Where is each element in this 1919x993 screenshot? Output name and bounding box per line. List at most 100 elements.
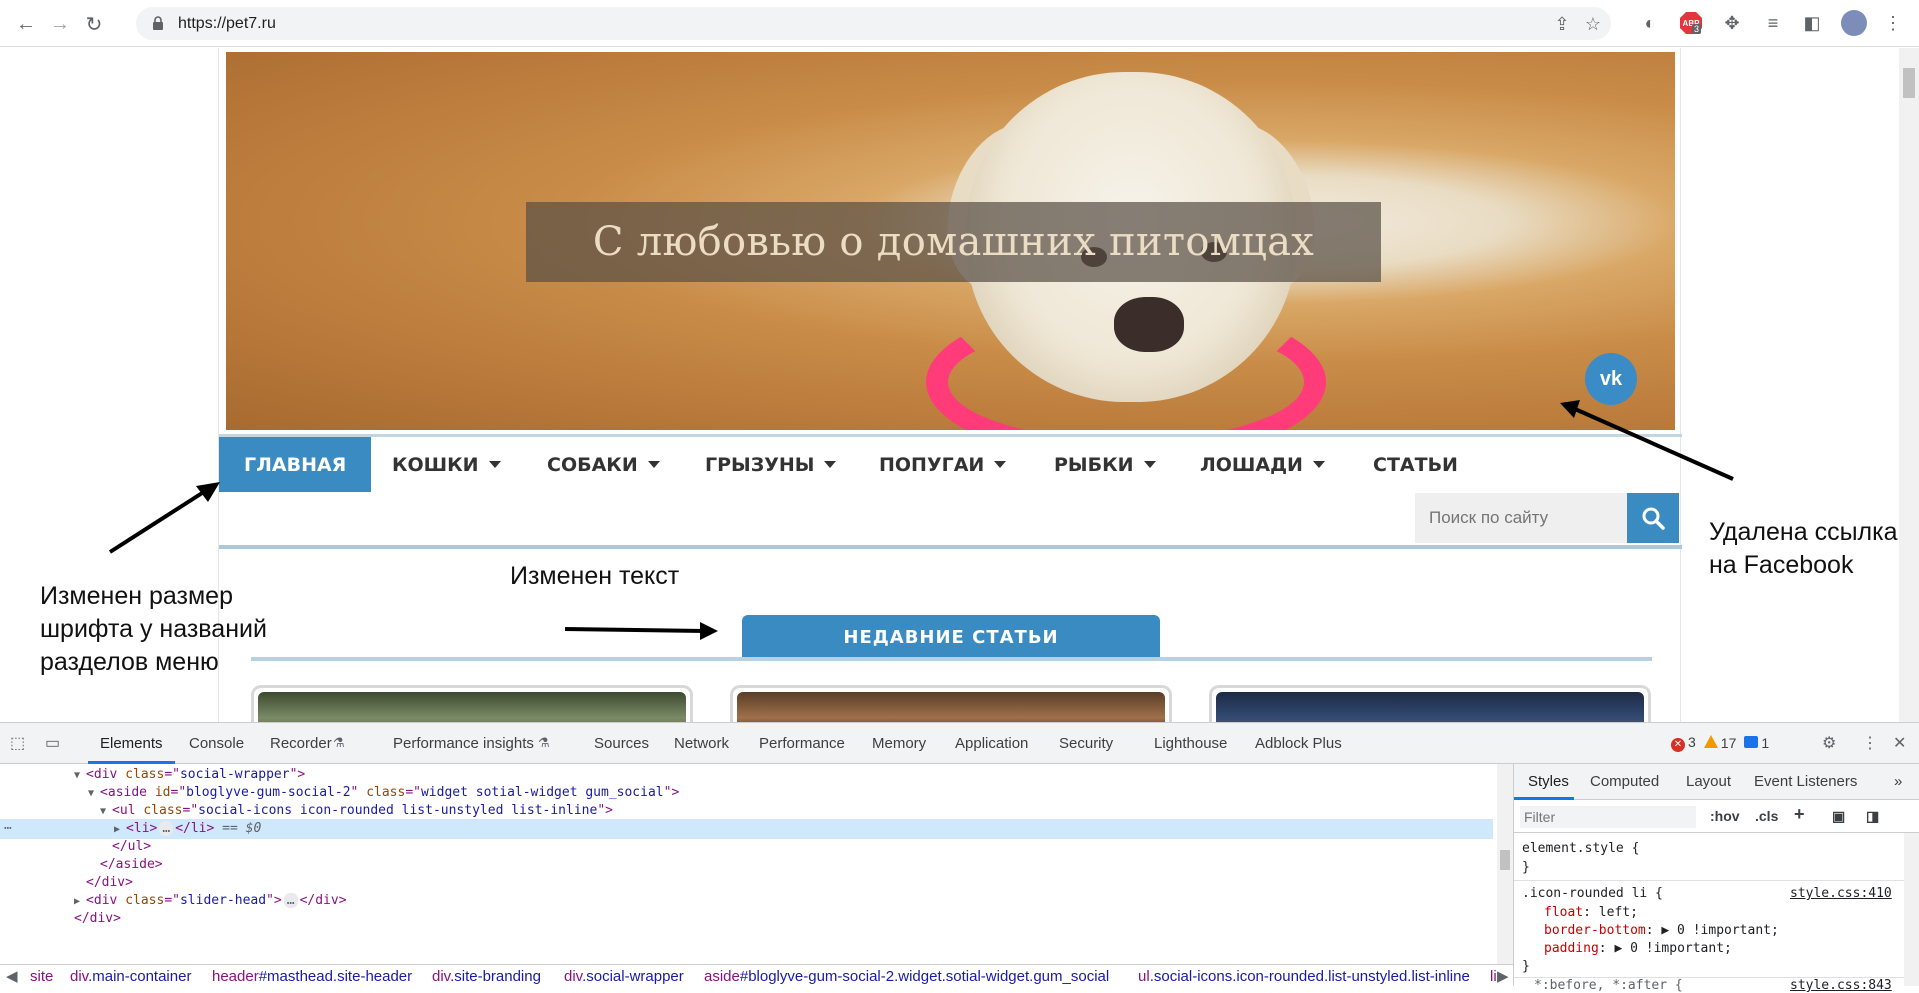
toggle-sidebar-icon[interactable]: ◨ xyxy=(1866,808,1879,825)
reload-icon[interactable]: ↻ xyxy=(80,10,108,38)
next-rule-selector[interactable]: *:before, *:after { xyxy=(1534,978,1683,993)
breadcrumb-item[interactable]: aside#bloglyve-gum-social-2.widget.sotia… xyxy=(704,966,1109,986)
expand-arrow-icon[interactable]: ▶ xyxy=(74,896,86,907)
main-menu: ГЛАВНАЯ КОШКИ СОБАКИ ГРЫЗУНЫ ПОПУГАИ РЫБ… xyxy=(219,434,1682,492)
tab-computed[interactable]: Computed xyxy=(1590,773,1659,790)
menu-item-koshki[interactable]: КОШКИ xyxy=(392,437,501,492)
device-toolbar-icon[interactable]: ▭ xyxy=(45,733,60,753)
collapsed-content-ellipsis[interactable]: … xyxy=(159,821,174,836)
rule-property[interactable]: float: left; xyxy=(1544,905,1638,920)
issue-counters[interactable]: ✕ 3 17 1 xyxy=(1671,732,1769,754)
article-thumbnail[interactable] xyxy=(737,692,1165,722)
tab-elements[interactable]: Elements xyxy=(100,735,163,752)
dom-tree[interactable]: ▼ <div class="social-wrapper"> ▼ <aside i… xyxy=(0,764,1497,964)
tab-memory[interactable]: Memory xyxy=(872,735,926,752)
paint-icon[interactable]: ▣ xyxy=(1832,808,1845,825)
tab-styles[interactable]: Styles xyxy=(1528,773,1569,790)
menu-item-glavnaya[interactable]: ГЛАВНАЯ xyxy=(219,437,372,492)
breadcrumb-right-arrow-icon[interactable]: ▶ xyxy=(1497,966,1509,986)
reading-list-icon[interactable]: ≡ xyxy=(1760,10,1786,36)
breadcrumb-item[interactable]: header#masthead.site-header xyxy=(212,966,412,986)
puzzle-extensions-icon[interactable]: ✥ xyxy=(1719,10,1745,36)
breadcrumb-item[interactable]: li xyxy=(1490,966,1497,986)
tab-performance[interactable]: Performance xyxy=(759,735,845,752)
menu-item-rybki[interactable]: РЫБКИ xyxy=(1054,437,1156,492)
tag-close: > xyxy=(671,785,680,800)
article-thumbnail[interactable] xyxy=(1216,692,1644,722)
more-menu-icon[interactable]: ⋮ xyxy=(1880,10,1906,36)
breadcrumb-item[interactable]: site xyxy=(30,966,53,986)
tab-event-listeners[interactable]: Event Listeners xyxy=(1754,773,1857,790)
tab-recorder[interactable]: Recorder xyxy=(270,735,332,752)
breadcrumb-item[interactable]: ul.social-icons.icon-rounded.list-unstyl… xyxy=(1138,966,1470,986)
collapsed-content-ellipsis[interactable]: … xyxy=(283,893,298,908)
tab-application[interactable]: Application xyxy=(955,735,1028,752)
rule-source-link[interactable]: style.css:410 xyxy=(1790,886,1892,901)
page-scroll-thumb[interactable] xyxy=(1903,68,1915,98)
more-options-icon[interactable]: ⋮ xyxy=(1862,733,1878,753)
side-panel-icon[interactable]: ◧ xyxy=(1799,10,1825,36)
menu-item-sobaki[interactable]: СОБАКИ xyxy=(547,437,660,492)
more-tabs-icon[interactable]: » xyxy=(1894,773,1902,790)
tab-network[interactable]: Network xyxy=(674,735,729,752)
rule-property[interactable]: border-bottom: ▶ 0 !important; xyxy=(1544,923,1779,938)
tab-adblock-plus[interactable]: Adblock Plus xyxy=(1255,735,1342,752)
rule-selector[interactable]: .icon-rounded li { xyxy=(1522,886,1663,901)
page-scrollbar[interactable] xyxy=(1899,48,1919,722)
info-count[interactable]: 1 xyxy=(1744,735,1769,751)
node-actions-icon[interactable]: ⋯ xyxy=(4,819,12,839)
warning-count[interactable]: 17 xyxy=(1703,735,1736,751)
article-thumbnail[interactable] xyxy=(258,692,686,722)
breadcrumb-item[interactable]: div.main-container xyxy=(70,966,191,986)
styles-filter-input[interactable] xyxy=(1520,806,1696,828)
inspect-element-icon[interactable]: ⬚ xyxy=(10,733,25,753)
article-card[interactable] xyxy=(730,685,1172,722)
forward-icon[interactable]: → xyxy=(46,10,74,38)
new-rule-icon[interactable]: + xyxy=(1794,804,1805,825)
menu-item-stati[interactable]: СТАТЬИ xyxy=(1373,437,1458,492)
bookmark-star-icon[interactable]: ☆ xyxy=(1582,13,1604,35)
gear-icon[interactable]: ⚙ xyxy=(1822,733,1836,753)
breadcrumb-left-arrow-icon[interactable]: ◀ xyxy=(6,966,18,986)
collapse-arrow-icon[interactable]: ▼ xyxy=(88,788,100,799)
article-card[interactable] xyxy=(251,685,693,722)
rule-property[interactable]: padding: ▶ 0 !important; xyxy=(1544,941,1732,956)
article-card[interactable] xyxy=(1209,685,1651,722)
tab-console[interactable]: Console xyxy=(189,735,244,752)
dark-reader-extension-icon[interactable]: ◐ xyxy=(1637,10,1663,36)
menu-item-popugai[interactable]: ПОПУГАИ xyxy=(879,437,1007,492)
element-style-rule[interactable]: element.style { xyxy=(1522,841,1639,856)
collapse-arrow-icon[interactable]: ▼ xyxy=(74,770,86,781)
tab-lighthouse[interactable]: Lighthouse xyxy=(1154,735,1227,752)
expand-arrow-icon[interactable]: ▶ xyxy=(114,824,126,835)
tab-sources[interactable]: Sources xyxy=(594,735,649,752)
breadcrumb-item[interactable]: div.social-wrapper xyxy=(564,966,684,986)
address-bar[interactable]: https://pet7.ru ⇪ ☆ xyxy=(136,7,1611,40)
abp-extension-icon[interactable]: ABP 3 xyxy=(1678,10,1704,36)
collapse-arrow-icon[interactable]: ▼ xyxy=(100,806,112,817)
tab-security[interactable]: Security xyxy=(1059,735,1113,752)
share-icon[interactable]: ⇪ xyxy=(1551,13,1573,35)
search-button[interactable] xyxy=(1627,493,1679,543)
styles-scrollbar[interactable] xyxy=(1904,833,1919,986)
close-icon[interactable]: ✕ xyxy=(1893,733,1906,753)
profile-avatar[interactable] xyxy=(1841,10,1867,36)
attr-eq: =" xyxy=(405,785,421,800)
tab-performance-insights[interactable]: Performance insights xyxy=(393,735,534,752)
search-input[interactable] xyxy=(1415,493,1627,543)
dom-tree-scrollbar[interactable] xyxy=(1497,764,1513,964)
back-icon[interactable]: ← xyxy=(12,10,40,38)
next-rule-source-link[interactable]: style.css:843 xyxy=(1790,978,1892,993)
breadcrumb-item[interactable]: div.site-branding xyxy=(432,966,541,986)
dom-tree-scroll-thumb[interactable] xyxy=(1500,850,1510,870)
site-title-box[interactable]: С любовью о домашних питомцах xyxy=(526,202,1381,282)
tag-text: </aside> xyxy=(100,857,163,872)
menu-item-loshadi[interactable]: ЛОШАДИ xyxy=(1200,437,1325,492)
menu-item-gryzuny[interactable]: ГРЫЗУНЫ xyxy=(705,437,837,492)
tab-layout[interactable]: Layout xyxy=(1686,773,1731,790)
dom-node-line[interactable]: ⋯ ▶ <li>… </li> == $0 xyxy=(0,819,1493,839)
hov-toggle[interactable]: :hov xyxy=(1710,808,1740,824)
vk-social-button[interactable]: vk xyxy=(1585,353,1637,405)
error-count[interactable]: ✕ 3 xyxy=(1671,734,1696,752)
cls-toggle[interactable]: .cls xyxy=(1755,808,1778,824)
